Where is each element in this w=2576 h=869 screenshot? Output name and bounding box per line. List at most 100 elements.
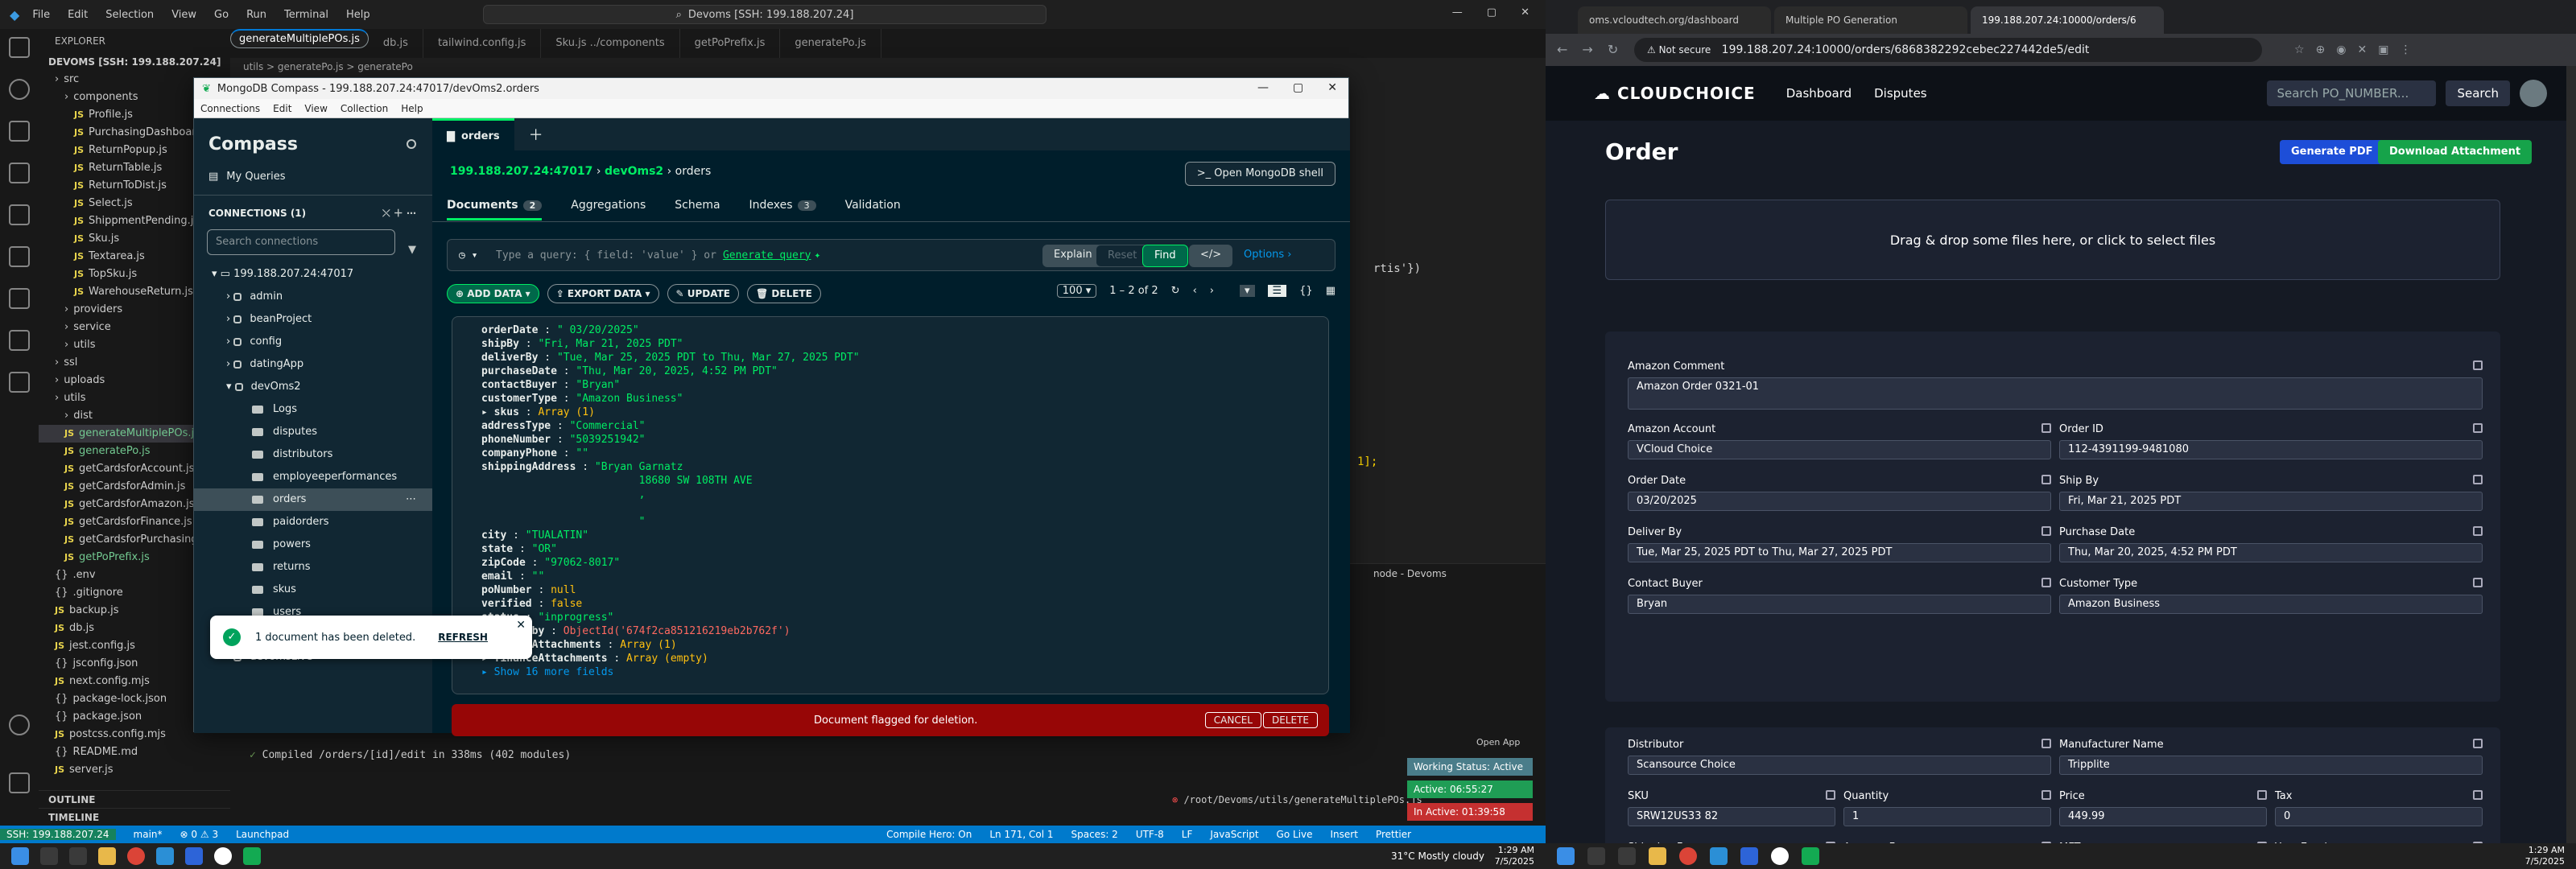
field-input[interactable]: Amazon Order 0321-01	[1628, 377, 2483, 410]
query-history-icon[interactable]: ◷ ▾	[459, 249, 477, 262]
my-queries-link[interactable]: ▤ My Queries	[194, 166, 432, 188]
copy-icon[interactable]	[2473, 360, 2483, 370]
close-icon[interactable]: ✕	[1327, 81, 1337, 94]
po-search-button[interactable]: Search	[2446, 80, 2510, 106]
field-input[interactable]: Tue, Mar 25, 2025 PDT to Thu, Mar 27, 20…	[1628, 543, 2051, 562]
copy-icon[interactable]	[2041, 475, 2051, 484]
compass-icon[interactable]	[1802, 847, 1819, 865]
subtab[interactable]: Schema	[675, 199, 720, 220]
nav-buttons-icon[interactable]: ←→↻	[1557, 42, 1633, 57]
timeline-section[interactable]: TIMELINE	[39, 808, 230, 826]
open-shell-button[interactable]: >_ Open MongoDB shell	[1184, 162, 1335, 186]
not-secure-badge[interactable]: ⚠ Not secure	[1647, 44, 1711, 56]
copy-icon[interactable]	[2041, 526, 2051, 536]
nav-disputes[interactable]: Disputes	[1874, 86, 1927, 101]
command-center[interactable]: ⌕ Devoms [SSH: 199.188.207.24]	[483, 5, 1046, 24]
field-input[interactable]: Amazon Business	[2059, 595, 2483, 614]
menu-item[interactable]: View	[171, 9, 196, 21]
windows-start-icon[interactable]	[1557, 847, 1575, 865]
search-icon[interactable]	[40, 847, 58, 865]
field-input[interactable]: 112-4391199-9481080	[2059, 440, 2483, 459]
clock[interactable]: 1:29 AM 7/5/2025	[1495, 845, 1534, 867]
confirm-delete-button[interactable]: DELETE	[1262, 712, 1318, 728]
database-item[interactable]: › config	[194, 331, 432, 353]
copy-icon[interactable]	[2473, 739, 2483, 748]
tab-orders[interactable]: ▇ orders	[432, 118, 514, 150]
account-icon[interactable]	[9, 715, 30, 735]
cursor-position[interactable]: Ln 171, Col 1	[989, 829, 1053, 840]
copy-icon[interactable]	[2473, 526, 2483, 536]
subtab[interactable]: Validation	[845, 199, 901, 220]
minimize-icon[interactable]: —	[1452, 6, 1463, 19]
more-options-icon[interactable]: ⋯	[406, 488, 416, 511]
zoom-icon[interactable]	[1740, 847, 1758, 865]
vscode-icon[interactable]	[1710, 847, 1728, 865]
branch-indicator[interactable]: main*	[134, 829, 163, 840]
compass-menu-item[interactable]: Help	[401, 103, 423, 114]
breadcrumb-db[interactable]: devOms2	[605, 165, 663, 178]
query-input[interactable]: Type a query: { field: 'value' } or	[496, 249, 716, 262]
new-tab-icon[interactable]: ＋	[529, 124, 543, 145]
maximize-icon[interactable]: ▢	[1293, 81, 1303, 94]
page-size-select[interactable]: 100 ▾	[1056, 284, 1097, 298]
view-options-icon[interactable]: ▾	[1239, 285, 1255, 297]
editor-tab[interactable]: db.js	[369, 29, 423, 58]
add-data-button[interactable]: ⊕ ADD DATA ▾	[447, 284, 539, 303]
vscode-icon[interactable]	[156, 847, 174, 865]
editor-tab[interactable]: getPoPrefix.js	[680, 29, 781, 58]
collection-item[interactable]: paidorders	[194, 511, 432, 533]
minimize-icon[interactable]: —	[1257, 81, 1269, 94]
subtab[interactable]: Indexes 3	[749, 199, 816, 220]
clock[interactable]: 1:29 AM 7/5/2025	[2525, 845, 2565, 867]
compass-icon[interactable]	[243, 847, 261, 865]
search-icon[interactable]	[9, 79, 30, 100]
field-input[interactable]: SRW12US33 82	[1628, 807, 1835, 826]
language-mode[interactable]: JavaScript	[1210, 829, 1258, 840]
next-page-icon[interactable]: ›	[1210, 285, 1214, 297]
database-item[interactable]: › admin	[194, 286, 432, 308]
launchpad-item[interactable]: Launchpad	[236, 829, 289, 840]
weather-widget[interactable]: 31°C Mostly cloudy	[1391, 850, 1484, 862]
field-input[interactable]: 1	[1843, 807, 2051, 826]
options-toggle[interactable]: Options ›	[1232, 245, 1303, 267]
testing-icon[interactable]	[9, 288, 30, 309]
problems-indicator[interactable]: ⊗ 0 ⚠ 3	[180, 829, 219, 840]
outline-section[interactable]: OUTLINE	[39, 790, 230, 808]
file-explorer-icon[interactable]	[98, 847, 116, 865]
connection-actions-icon[interactable]: ⤬ ＋ ⋯	[382, 202, 416, 224]
download-attachment-button[interactable]: Download Attachment	[2378, 140, 2533, 164]
page-scrollbar[interactable]	[2566, 66, 2576, 843]
field-input[interactable]: Thu, Mar 20, 2025, 4:52 PM PDT	[2059, 543, 2483, 562]
extensions-icon[interactable]	[9, 204, 30, 225]
menu-item[interactable]: Edit	[68, 9, 88, 21]
avatar[interactable]	[2520, 80, 2547, 107]
field-input[interactable]: VCloud Choice	[1628, 440, 2051, 459]
menu-item[interactable]: File	[32, 9, 50, 21]
field-input[interactable]: 03/20/2025	[1628, 492, 2051, 511]
table-view-icon[interactable]: ▦	[1326, 285, 1335, 297]
prettier-item[interactable]: Prettier	[1376, 829, 1411, 840]
copy-icon[interactable]	[2041, 423, 2051, 433]
compile-hero-item[interactable]: Compile Hero: On	[886, 829, 972, 840]
search-icon[interactable]	[1587, 847, 1605, 865]
copy-icon[interactable]	[2041, 739, 2051, 748]
editor-tab[interactable]: generatePo.js	[780, 29, 881, 58]
zoom-icon[interactable]	[185, 847, 203, 865]
collection-item[interactable]: distributors	[194, 443, 432, 466]
workspace-root[interactable]: DEVOMS [SSH: 199.188.207.24]	[39, 53, 230, 71]
gear-icon[interactable]	[9, 772, 30, 793]
remote-indicator[interactable]: SSH: 199.188.207.24	[0, 829, 116, 840]
windows-start-icon[interactable]	[11, 847, 29, 865]
copy-icon[interactable]	[2473, 790, 2483, 800]
tree-item[interactable]: JS server.js	[39, 761, 230, 779]
nav-dashboard[interactable]: Dashboard	[1786, 86, 1852, 101]
menu-item[interactable]: Go	[214, 9, 229, 21]
insert-mode-item[interactable]: Insert	[1331, 829, 1358, 840]
database-item[interactable]: › datingApp	[194, 353, 432, 376]
search-connections-input[interactable]: Search connections	[207, 229, 395, 255]
terminal-title[interactable]: node - Devoms	[1373, 564, 1546, 583]
app-icon[interactable]	[1771, 847, 1789, 865]
collection-item[interactable]: skus	[194, 579, 432, 601]
copy-icon[interactable]	[1826, 790, 1835, 800]
field-input[interactable]: Bryan	[1628, 595, 2051, 614]
